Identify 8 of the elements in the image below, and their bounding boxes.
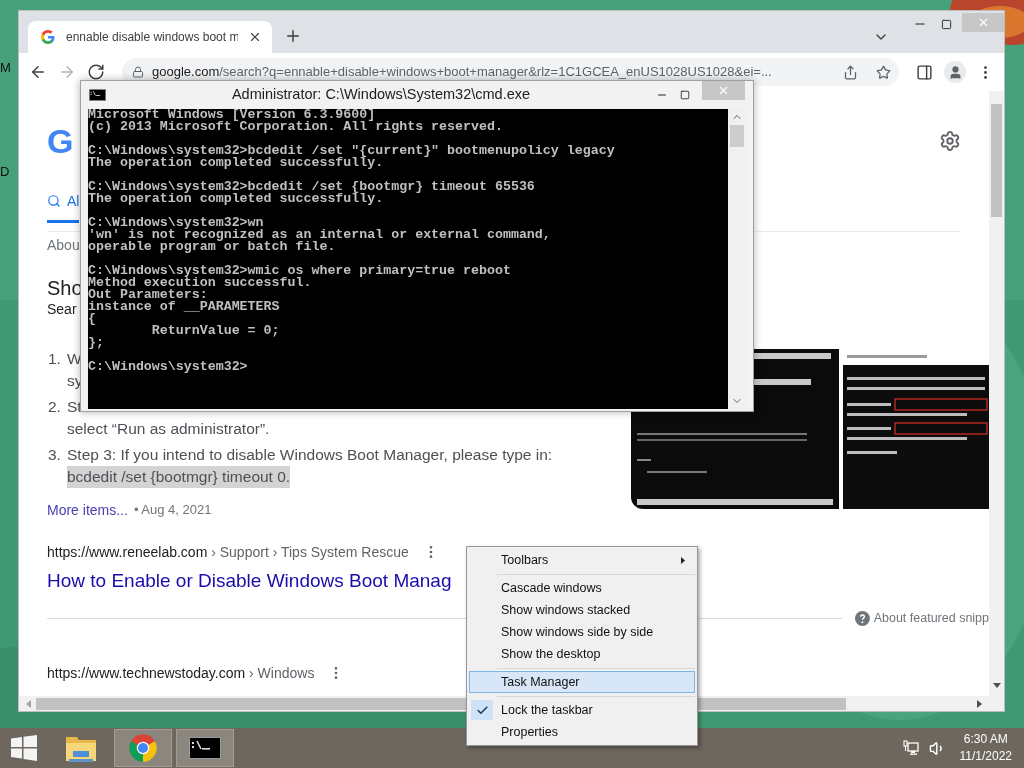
clock-time: 6:30 AM bbox=[963, 731, 1008, 748]
chrome-icon bbox=[128, 733, 158, 763]
clock[interactable]: 6:30 AM 11/1/2022 bbox=[959, 731, 1012, 765]
taskbar-app-button[interactable] bbox=[176, 729, 234, 767]
network-icon[interactable] bbox=[902, 740, 919, 756]
windows-logo-icon bbox=[11, 735, 37, 761]
console-icon bbox=[189, 737, 221, 759]
clock-date: 11/1/2022 bbox=[959, 748, 1012, 765]
